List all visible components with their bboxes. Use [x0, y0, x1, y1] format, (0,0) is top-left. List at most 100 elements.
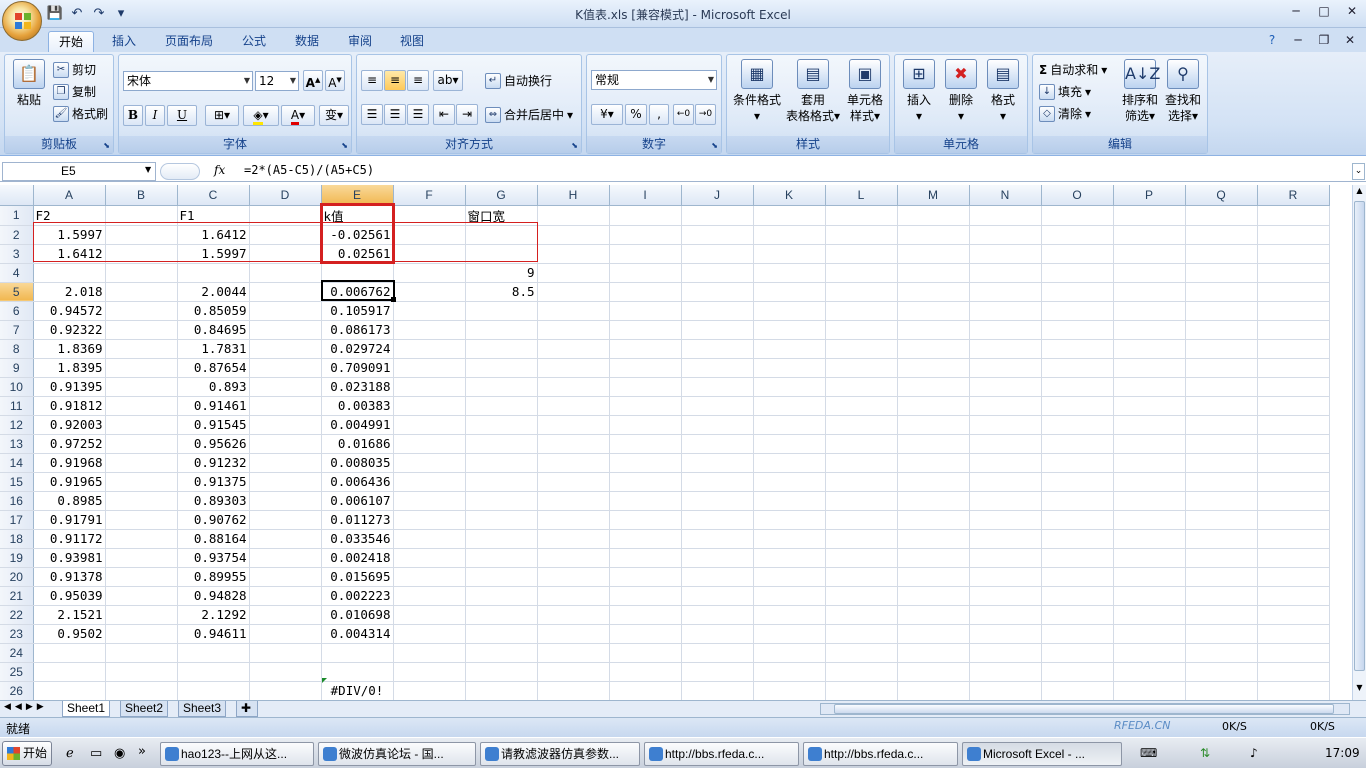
- tab-home[interactable]: 开始: [48, 31, 95, 52]
- cell-j9[interactable]: [681, 358, 754, 378]
- cell-f1[interactable]: [393, 205, 466, 226]
- cell-d10[interactable]: [249, 377, 322, 397]
- cell-q12[interactable]: [1185, 415, 1258, 435]
- cell-r3[interactable]: [1257, 244, 1330, 264]
- cell-d6[interactable]: [249, 301, 322, 321]
- taskbar-item-1[interactable]: hao123--上网从这...: [160, 742, 314, 766]
- cell-b24[interactable]: [105, 643, 178, 663]
- cell-c13[interactable]: 0.95626: [177, 434, 250, 454]
- cell-r12[interactable]: [1257, 415, 1330, 435]
- select-all-corner[interactable]: [0, 185, 34, 206]
- cell-k17[interactable]: [753, 510, 826, 530]
- cell-e22[interactable]: 0.010698: [321, 605, 394, 625]
- cell-l9[interactable]: [825, 358, 898, 378]
- cell-o12[interactable]: [1041, 415, 1114, 435]
- cell-i15[interactable]: [609, 472, 682, 492]
- tab-review[interactable]: 审阅: [338, 31, 382, 52]
- close-workbook-icon[interactable]: ✕: [1342, 32, 1358, 48]
- taskbar-item-6[interactable]: Microsoft Excel - ...: [962, 742, 1122, 766]
- cell-g8[interactable]: [465, 339, 538, 359]
- align-left-button[interactable]: ☰: [361, 104, 383, 125]
- cell-i8[interactable]: [609, 339, 682, 359]
- cell-i5[interactable]: [609, 282, 682, 302]
- cell-e17[interactable]: 0.011273: [321, 510, 394, 530]
- cell-a22[interactable]: 2.1521: [33, 605, 106, 625]
- cell-e26[interactable]: #DIV/0!: [321, 681, 394, 700]
- cell-q2[interactable]: [1185, 225, 1258, 245]
- italic-button[interactable]: I: [145, 105, 165, 126]
- cell-p4[interactable]: [1113, 263, 1186, 283]
- cell-f12[interactable]: [393, 415, 466, 435]
- cell-b8[interactable]: [105, 339, 178, 359]
- vertical-scrollbar[interactable]: ▲ ▼: [1352, 185, 1366, 700]
- cell-n26[interactable]: [969, 681, 1042, 700]
- cell-b23[interactable]: [105, 624, 178, 644]
- cell-h4[interactable]: [537, 263, 610, 283]
- cell-o20[interactable]: [1041, 567, 1114, 587]
- cell-n4[interactable]: [969, 263, 1042, 283]
- cell-e4[interactable]: [321, 263, 394, 283]
- cell-b19[interactable]: [105, 548, 178, 568]
- cell-o10[interactable]: [1041, 377, 1114, 397]
- error-indicator-icon[interactable]: [322, 678, 327, 683]
- cell-j19[interactable]: [681, 548, 754, 568]
- cell-e19[interactable]: 0.002418: [321, 548, 394, 568]
- cell-q25[interactable]: [1185, 662, 1258, 682]
- cell-f17[interactable]: [393, 510, 466, 530]
- cell-c14[interactable]: 0.91232: [177, 453, 250, 473]
- cell-styles-button[interactable]: ▣ 单元格 样式▾: [843, 59, 887, 124]
- cell-e15[interactable]: 0.006436: [321, 472, 394, 492]
- formula-splitter-handle[interactable]: [160, 163, 200, 180]
- cell-b18[interactable]: [105, 529, 178, 549]
- row-header[interactable]: 3: [0, 244, 34, 264]
- sheet-tab-2[interactable]: Sheet2: [120, 701, 169, 717]
- cell-o5[interactable]: [1041, 282, 1114, 302]
- cell-r7[interactable]: [1257, 320, 1330, 340]
- cell-b20[interactable]: [105, 567, 178, 587]
- cell-g26[interactable]: [465, 681, 538, 700]
- fill-handle[interactable]: [391, 297, 396, 302]
- cell-g4[interactable]: 9: [465, 263, 538, 283]
- cell-p13[interactable]: [1113, 434, 1186, 454]
- cell-c22[interactable]: 2.1292: [177, 605, 250, 625]
- cell-f5[interactable]: [393, 282, 466, 302]
- cell-a15[interactable]: 0.91965: [33, 472, 106, 492]
- cell-a16[interactable]: 0.8985: [33, 491, 106, 511]
- cell-o6[interactable]: [1041, 301, 1114, 321]
- cell-m19[interactable]: [897, 548, 970, 568]
- cell-b12[interactable]: [105, 415, 178, 435]
- cell-r15[interactable]: [1257, 472, 1330, 492]
- cell-c16[interactable]: 0.89303: [177, 491, 250, 511]
- cell-m26[interactable]: [897, 681, 970, 700]
- cell-l15[interactable]: [825, 472, 898, 492]
- cell-g17[interactable]: [465, 510, 538, 530]
- cell-a23[interactable]: 0.9502: [33, 624, 106, 644]
- sort-filter-button[interactable]: A↓Z 排序和 筛选▾: [1119, 59, 1161, 124]
- cell-r5[interactable]: [1257, 282, 1330, 302]
- cell-r9[interactable]: [1257, 358, 1330, 378]
- cell-k15[interactable]: [753, 472, 826, 492]
- cell-d12[interactable]: [249, 415, 322, 435]
- cell-m25[interactable]: [897, 662, 970, 682]
- cell-o4[interactable]: [1041, 263, 1114, 283]
- wrap-text-button[interactable]: ↵ 自动换行: [485, 72, 552, 89]
- cell-k12[interactable]: [753, 415, 826, 435]
- cell-c4[interactable]: [177, 263, 250, 283]
- cell-o21[interactable]: [1041, 586, 1114, 606]
- cell-k11[interactable]: [753, 396, 826, 416]
- cell-n2[interactable]: [969, 225, 1042, 245]
- cell-i17[interactable]: [609, 510, 682, 530]
- cell-f15[interactable]: [393, 472, 466, 492]
- cell-i1[interactable]: [609, 205, 682, 226]
- cell-m1[interactable]: [897, 205, 970, 226]
- sheet-tab-1[interactable]: Sheet1: [62, 701, 111, 717]
- row-header[interactable]: 23: [0, 624, 34, 644]
- cell-a19[interactable]: 0.93981: [33, 548, 106, 568]
- cell-l11[interactable]: [825, 396, 898, 416]
- cell-p24[interactable]: [1113, 643, 1186, 663]
- column-header-k[interactable]: K: [753, 185, 826, 206]
- fill-color-button[interactable]: ◈▾: [243, 105, 279, 126]
- cell-r16[interactable]: [1257, 491, 1330, 511]
- cell-f6[interactable]: [393, 301, 466, 321]
- cell-k9[interactable]: [753, 358, 826, 378]
